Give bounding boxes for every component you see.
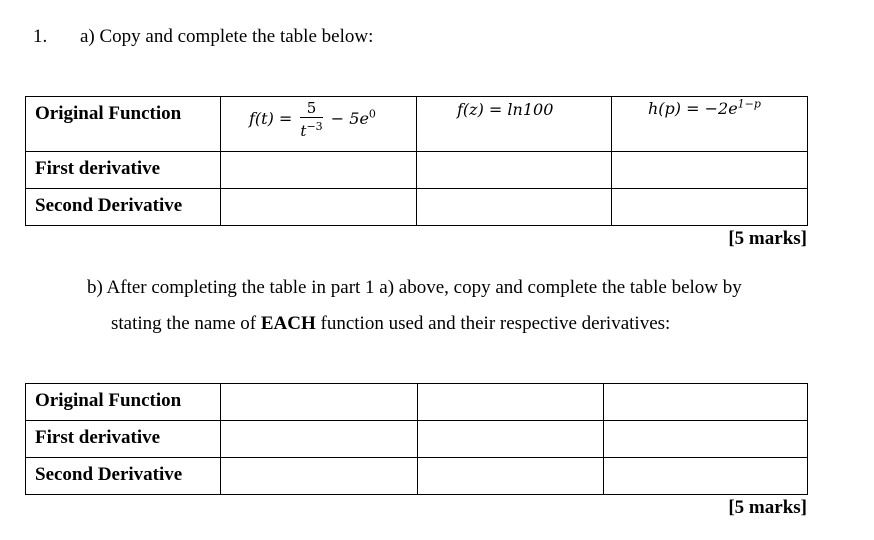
table-row: Second Derivative [25,188,808,226]
function-h-p: h(p) = −2e1−p [648,98,761,119]
answer-cell[interactable] [220,457,418,495]
answer-cell[interactable] [220,420,418,458]
row-label: Original Function [25,96,221,152]
question-number: 1. [33,26,48,47]
part-b-marks: [5 marks] [728,497,807,518]
answer-cell[interactable] [611,151,808,189]
row-label: First derivative [25,420,221,458]
part-a-marks: [5 marks] [728,228,807,249]
row-label: Second Derivative [25,188,221,226]
answer-cell[interactable] [603,383,808,421]
table-row: First derivative [25,420,808,458]
part-a-instruction: a) Copy and complete the table below: [80,26,374,47]
answer-cell[interactable] [416,188,612,226]
row-label: First derivative [25,151,221,189]
function-f-z: f(z) = ln100 [457,100,554,119]
emphasis-each: EACH [260,313,316,334]
row-label: Second Derivative [25,457,221,495]
fraction: 5 t−3 [300,99,323,140]
function-cell-t: f(t) = 5 t−3 − 5e0 [220,96,417,152]
function-cell-p: h(p) = −2e1−p [611,96,808,152]
answer-cell[interactable] [220,188,417,226]
part-b-instruction-line2: stating the name of EACH function used a… [111,313,671,334]
part-a-table: Original Function f(t) = 5 t−3 − 5e0 f(z… [25,96,808,226]
answer-cell[interactable] [220,383,418,421]
answer-cell[interactable] [220,151,417,189]
answer-cell[interactable] [416,151,612,189]
row-label: Original Function [25,383,221,421]
answer-cell[interactable] [417,420,604,458]
function-cell-z: f(z) = ln100 [416,96,612,152]
answer-cell[interactable] [603,420,808,458]
part-b-table: Original Function First derivative Secon… [25,383,808,495]
table-row: Second Derivative [25,457,808,495]
answer-cell[interactable] [603,457,808,495]
answer-cell[interactable] [417,457,604,495]
answer-cell[interactable] [611,188,808,226]
table-row: Original Function f(t) = 5 t−3 − 5e0 f(z… [25,96,808,152]
answer-cell[interactable] [417,383,604,421]
table-row: Original Function [25,383,808,421]
table-row: First derivative [25,151,808,189]
part-b-instruction-line1: b) After completing the table in part 1 … [87,277,742,298]
function-f-t: f(t) = 5 t−3 − 5e0 [249,99,376,140]
